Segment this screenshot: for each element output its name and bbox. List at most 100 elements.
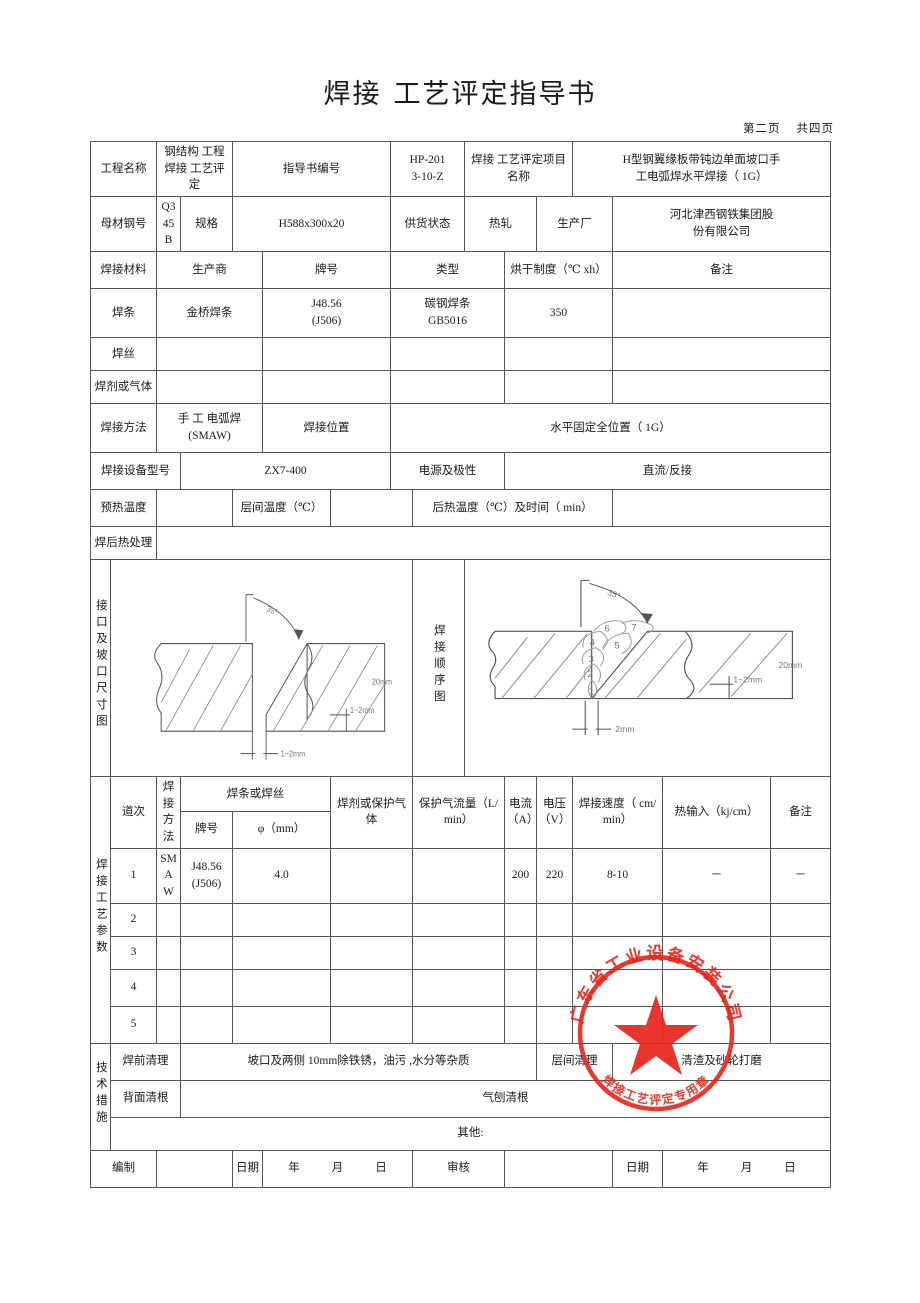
table-row-pwht: 焊后热处理 [90,526,832,561]
param-speed-2 [572,935,664,970]
param-brand-0-line1: J48.56 [191,861,222,874]
consumables-col-brand: 牌号 [261,251,392,290]
prepared-date-month: 月 [331,1162,344,1175]
param-diameter-0: 4.0 [232,847,331,904]
consumables-col-type: 类型 [390,251,506,290]
table-row-param-2: 2 [91,902,832,937]
param-diameter-2 [232,935,331,970]
param-remark-0: － [770,847,832,904]
reviewed-value [504,1149,614,1188]
param-brand-2 [180,935,233,970]
weld-pass-4: 4 [590,637,595,648]
prepared-date-label: 日期 [232,1149,263,1188]
method-value: 手 工 电弧焊 (SMAW) [156,403,263,454]
page-total: 共四页 [796,123,834,135]
consumable-remark-1 [612,337,832,372]
backgouge-value: 气刨清根 [179,1079,832,1118]
consumables-col-producer: 生产商 [156,251,263,290]
param-flux-gas-1 [329,902,414,937]
manufacturer-line1: 河北津西钢铁集团股 [669,209,774,222]
param-method-0-line2: W [163,886,174,899]
param-col-method: 焊接方法 [156,776,181,849]
param-remark-1 [770,902,832,937]
prepared-label: 编制 [90,1149,157,1188]
manufacturer-line2: 份有限公司 [692,226,751,239]
param-heat-input-1 [662,902,772,937]
polarity-label: 电源及极性 [390,452,506,491]
consumable-type-0: 碳钢焊条 GB5016 [390,288,506,339]
param-method-0-line1: SMA [160,852,177,882]
weld-pass-3: 3 [588,653,593,664]
joint-diagram-cell: 35° 1~2mm 1~2mm 20mm [109,559,414,778]
param-pass-4: 5 [110,1005,157,1044]
consumable-remark-0 [612,288,832,339]
preclean-label: 焊前清理 [110,1042,181,1081]
joint-thickness-text: 20mm [372,677,392,686]
table-row-backgouge: 背面清根 气刨清根 [91,1079,832,1118]
joint-root-face-text: 1~2mm [350,705,374,714]
parameters-section-label: 焊接工艺参数 [94,857,107,957]
param-current-4 [504,1005,538,1044]
base-metal-grade-value: Q345B [156,196,181,253]
postheat-value [612,489,832,528]
instruction-no-label: 指导书编号 [231,140,392,198]
consumables-col-baking: 烘干制度（℃ xh） [504,251,614,290]
interpass-temp-label: 层间温度（℃） [232,489,331,528]
method-label: 焊接方法 [90,403,157,454]
preclean-value: 坡口及两侧 10mm除铁锈，油污 ,水分等杂质 [179,1042,538,1081]
supply-state-value: 热轧 [464,196,538,253]
table-row-param-4: 4 [91,968,832,1007]
sequence-diagram-cell: 1 2 3 4 5 6 7 35° 2mm 1~2mm 20mm [464,559,832,778]
param-current-3 [504,968,538,1007]
base-metal-grade-label: 母材钢号 [90,196,157,253]
table-row-param-5: 5 [91,1005,832,1044]
consumable-brand-0-line1: J48.56 [311,298,342,311]
page-indicator: 第二页 共四页 [743,120,834,136]
table-row-project: 工程名称 钢结构 工程焊接 工艺评定 指导书编号 HP-201 3-10-Z 焊… [90,140,832,198]
sequence-root-face-text: 1~2mm [733,675,762,685]
table-row-diagrams: 接口及坡口尺寸图 35° 1~2mm 1~2mm 20mm 焊接顺序图 1 2 … [90,559,832,778]
table-row-equipment: 焊接设备型号 ZX7-400 电源及极性 直流/反接 [90,452,832,491]
param-brand-3 [180,968,233,1007]
interpass-clean-label: 层间清理 [536,1042,614,1081]
joint-gap-text: 1~2mm [281,749,305,758]
project-item-line2: 工电弧焊水平焊接（ 1G） [635,171,768,183]
base-metal-spec-value: H588x300x20 [231,196,392,253]
project-item-value: H型钢翼缘板带钝边单面坡口手 工电弧焊水平焊接（ 1G） [572,140,832,198]
param-gas-flow-2 [412,935,506,970]
joint-diagram-label: 接口及坡口尺寸图 [94,599,107,732]
consumables-section-label: 焊接材料 [90,251,157,290]
param-brand-0-line2: (J506) [191,877,222,890]
param-method-2 [156,935,181,970]
param-brand-0: J48.56 (J506) [180,847,233,904]
base-metal-spec-label: 规格 [180,196,233,253]
position-label: 焊接位置 [261,403,392,454]
table-row-param-header-1: 焊接工艺参数 道次 焊接方法 焊条或焊丝 焊剂或保护气体 保护气流量（L/min… [90,776,832,1044]
technical-measures-label-cell: 技术措施 [90,1042,111,1151]
param-col-gas-flow: 保护气流量（L/min） [412,776,506,849]
param-heat-input-0: － [662,847,772,904]
param-col-current: 电流（A） [504,776,538,849]
param-col-voltage: 电压（V） [536,776,574,849]
param-col-remark: 备注 [770,776,832,849]
consumable-producer-0: 金桥焊条 [156,288,263,339]
reviewed-date-month: 月 [740,1162,753,1175]
param-speed-4 [572,1005,664,1044]
consumable-brand-1 [261,337,392,372]
technical-measures-label: 技术措施 [94,1060,107,1127]
param-voltage-3 [536,968,574,1007]
param-speed-0: 8-10 [572,847,664,904]
param-method-0: SMA W [156,847,181,904]
prepared-date-year: 年 [288,1162,300,1175]
method-value-line2: (SMAW) [188,430,231,443]
param-speed-1 [572,902,664,937]
param-gas-flow-0 [412,847,506,904]
table-row-flux-gas: 焊剂或气体 [90,370,832,405]
manufacturer-value: 河北津西钢铁集团股 份有限公司 [612,196,832,253]
param-col-speed: 焊接速度（ cm/min） [572,776,664,849]
weld-pass-1: 1 [588,686,593,697]
param-method-3 [156,968,181,1007]
project-item-line1: H型钢翼缘板带钝边单面坡口手 [622,154,781,167]
weld-pass-2: 2 [587,668,592,679]
table-row-signoff: 编制 日期 年 月 日 审核 日期 年 月 日 [90,1149,832,1188]
